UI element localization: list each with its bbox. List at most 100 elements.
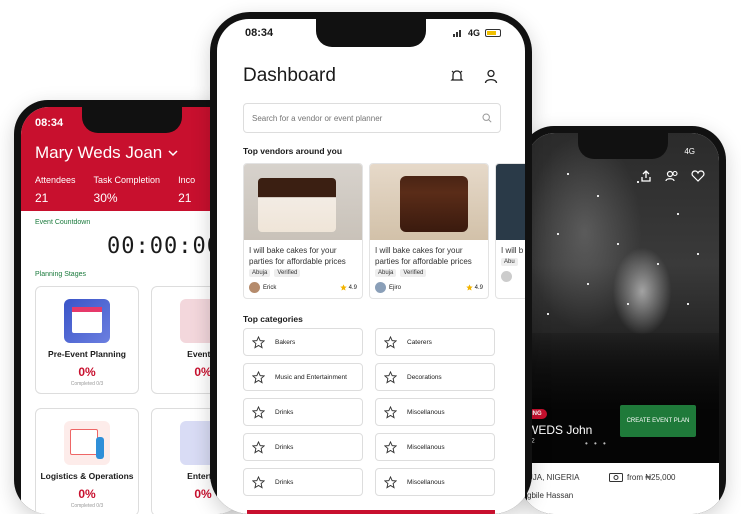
category-label: Miscellanous — [407, 443, 445, 451]
star-outline-icon — [384, 440, 397, 454]
category-label: Music and Entertainment — [275, 373, 347, 381]
category-caterers[interactable]: Caterers — [375, 328, 495, 356]
center-phone-screen: 08:34 4G Dashboard Top vendors around yo… — [217, 19, 525, 514]
location-tag: Abuja — [249, 269, 271, 277]
category-drinks[interactable]: Drinks — [243, 398, 363, 426]
stage-card-logistics[interactable]: Logistics & Operations 0% Completed 0/3 — [35, 408, 139, 514]
cake-photo — [496, 164, 525, 240]
stat-value: 21 — [178, 191, 192, 205]
stage-name: Logistics & Operations — [40, 471, 134, 481]
stat-label: Attendees — [35, 175, 76, 185]
top-vendors-heading: Top vendors around you — [243, 146, 343, 156]
event-host: gbile Hassan — [527, 491, 574, 500]
category-label: Drinks — [275, 408, 294, 416]
notification-bell-icon[interactable] — [449, 68, 465, 84]
category-bakers[interactable]: Bakers — [243, 328, 363, 356]
category-drinks[interactable]: Drinks — [243, 433, 363, 461]
categories-grid: Bakers Caterers Music and Entertainment … — [243, 328, 495, 496]
event-title-dropdown[interactable]: Mary Weds Joan — [35, 143, 229, 163]
vendor-name: Ejiro — [389, 284, 402, 291]
category-miscellanous[interactable]: Miscellanous — [375, 398, 495, 426]
stage-name: Pre-Event Planning — [48, 349, 126, 359]
star-icon — [465, 284, 473, 291]
center-phone: 08:34 4G Dashboard Top vendors around yo… — [210, 12, 532, 514]
search-input[interactable] — [252, 113, 482, 123]
stage-card-pre-event[interactable]: Pre-Event Planning 0% Completed 0/3 — [35, 286, 139, 394]
avatar — [249, 282, 260, 293]
event-action-icons — [639, 169, 705, 183]
category-drinks[interactable]: Drinks — [243, 468, 363, 496]
star-outline-icon — [384, 405, 397, 419]
category-label: Decorations — [407, 373, 442, 381]
search-bar[interactable] — [243, 103, 501, 133]
create-event-plan-button[interactable]: CREATE EVENT PLAN — [620, 405, 696, 437]
category-label: Bakers — [275, 338, 296, 346]
category-music-entertainment[interactable]: Music and Entertainment — [243, 363, 363, 391]
vendor-tags: Abuja Verified — [244, 269, 362, 277]
event-location: UJA, NIGERIA — [527, 473, 580, 482]
bottom-accent-bar — [247, 510, 495, 514]
star-outline-icon — [384, 370, 397, 384]
event-stats: Attendees 21 Task Completion 30% Inco 21 — [35, 175, 229, 205]
vendor-card[interactable]: I will bake cakes for your parties for a… — [243, 163, 363, 299]
dashboard-header: Dashboard — [243, 65, 499, 87]
vendor-info: Ejiro — [375, 282, 401, 293]
planning-stages-grid: Pre-Event Planning 0% Completed 0/3 Even… — [35, 286, 243, 514]
countdown-label: Event Countdown — [35, 219, 91, 226]
guests-icon[interactable] — [665, 169, 679, 183]
right-phone-screen: 4G ING WEDS John 22 CREATE EVENT PLAN • … — [527, 133, 719, 514]
vendor-card[interactable]: I will b Abu — [495, 163, 525, 299]
share-icon[interactable] — [639, 169, 653, 183]
stat-value: 30% — [93, 191, 118, 205]
price-text: from ₦25,000 — [627, 473, 676, 482]
location-tag: Abuja — [375, 269, 397, 277]
category-miscellanous[interactable]: Miscellanous — [375, 468, 495, 496]
vendor-rating: 4.9 — [339, 284, 357, 291]
stat-label: Inco — [178, 175, 196, 185]
crowd-silhouette — [527, 333, 719, 463]
star-outline-icon — [252, 405, 265, 419]
category-label: Caterers — [407, 338, 432, 346]
avatar — [501, 271, 512, 282]
vendor-description: I will b — [501, 246, 524, 255]
search-icon[interactable] — [482, 113, 492, 123]
rating-value: 4.9 — [348, 284, 357, 291]
category-decorations[interactable]: Decorations — [375, 363, 495, 391]
calendar-illustration-icon — [64, 299, 110, 343]
heart-icon[interactable] — [691, 169, 705, 183]
cake-photo — [244, 164, 362, 240]
category-label: Miscellanous — [407, 478, 445, 486]
vendor-description: I will bake cakes for your parties for a… — [375, 246, 472, 266]
status-bar: 08:34 4G — [245, 27, 501, 39]
star-outline-icon — [252, 370, 265, 384]
status-time: 08:34 — [245, 27, 274, 39]
cash-icon — [609, 473, 623, 482]
network-label: 4G — [467, 28, 480, 38]
status-network: 4G — [684, 147, 695, 156]
vendors-carousel[interactable]: I will bake cakes for your parties for a… — [243, 163, 525, 299]
verified-tag: Verified — [274, 269, 301, 277]
star-icon — [339, 284, 347, 291]
category-miscellanous[interactable]: Miscellanous — [375, 433, 495, 461]
vendor-card[interactable]: I will bake cakes for your parties for a… — [369, 163, 489, 299]
stage-percent: 0% — [78, 487, 96, 501]
status-icons: 4G — [452, 27, 501, 39]
star-outline-icon — [384, 335, 397, 349]
countdown-timer: 00:00:00 — [107, 234, 221, 259]
stat-income: Inco 21 — [178, 175, 195, 205]
stat-task-completion: Task Completion 30% — [94, 175, 161, 205]
vendor-tags: Abu — [496, 258, 525, 266]
category-label: Drinks — [275, 478, 294, 486]
top-categories-heading: Top categories — [243, 314, 303, 324]
category-label: Miscellanous — [407, 408, 445, 416]
event-title: Mary Weds Joan — [35, 143, 163, 162]
stage-percent: 0% — [78, 365, 96, 379]
event-name: WEDS John — [527, 423, 593, 437]
location-tag: Abu — [501, 258, 518, 266]
profile-icon[interactable] — [483, 68, 499, 84]
page-title: Dashboard — [243, 65, 336, 86]
battery-icon — [485, 29, 501, 37]
event-price: from ₦25,000 — [609, 473, 675, 482]
carousel-dots: • • • — [585, 439, 608, 448]
rating-value: 4.9 — [474, 284, 483, 291]
